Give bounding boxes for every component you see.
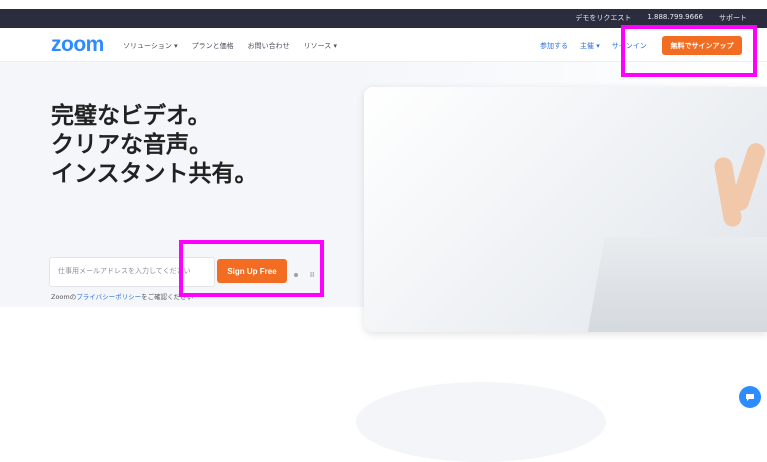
nav-contact[interactable]: お問い合わせ [248,41,290,51]
nav-resources[interactable]: リソース ▾ [304,41,337,51]
decorative-shape [356,382,606,462]
hero-image [364,87,767,332]
laptop-illustration [583,237,767,332]
privacy-prefix: Zoomの [51,293,77,301]
top-utility-bar: デモをリクエスト 1.888.799.9666 サポート [0,0,767,28]
privacy-notice: Zoomのプライバシーポリシーをご確認ください [51,291,193,301]
request-demo-link[interactable]: デモをリクエスト [575,13,631,23]
nav-join[interactable]: 参加する [540,41,568,51]
chat-glyph-icon [746,394,754,401]
nav-left-menu: ソリューション ▾ プランと価格 お問い合わせ リソース ▾ [123,41,337,51]
nav-solutions[interactable]: ソリューション ▾ [123,41,178,51]
support-link[interactable]: サポート [719,13,747,23]
chat-bubble-icon[interactable] [739,386,761,408]
nav-host[interactable]: 主催 ▾ [580,41,600,51]
privacy-policy-link[interactable]: プライバシーポリシー [76,293,141,301]
zoom-logo[interactable]: zoom [51,33,104,57]
highlight-box-nav-cta [621,25,757,77]
highlight-box-signup [179,240,324,297]
nav-plans-pricing[interactable]: プランと価格 [192,41,234,51]
utility-links: デモをリクエスト 1.888.799.9666 サポート [575,13,747,23]
phone-number[interactable]: 1.888.799.9666 [647,13,703,23]
hero-headline: 完璧なビデオ。 クリアな音声。 インスタント共有。 [51,103,258,187]
